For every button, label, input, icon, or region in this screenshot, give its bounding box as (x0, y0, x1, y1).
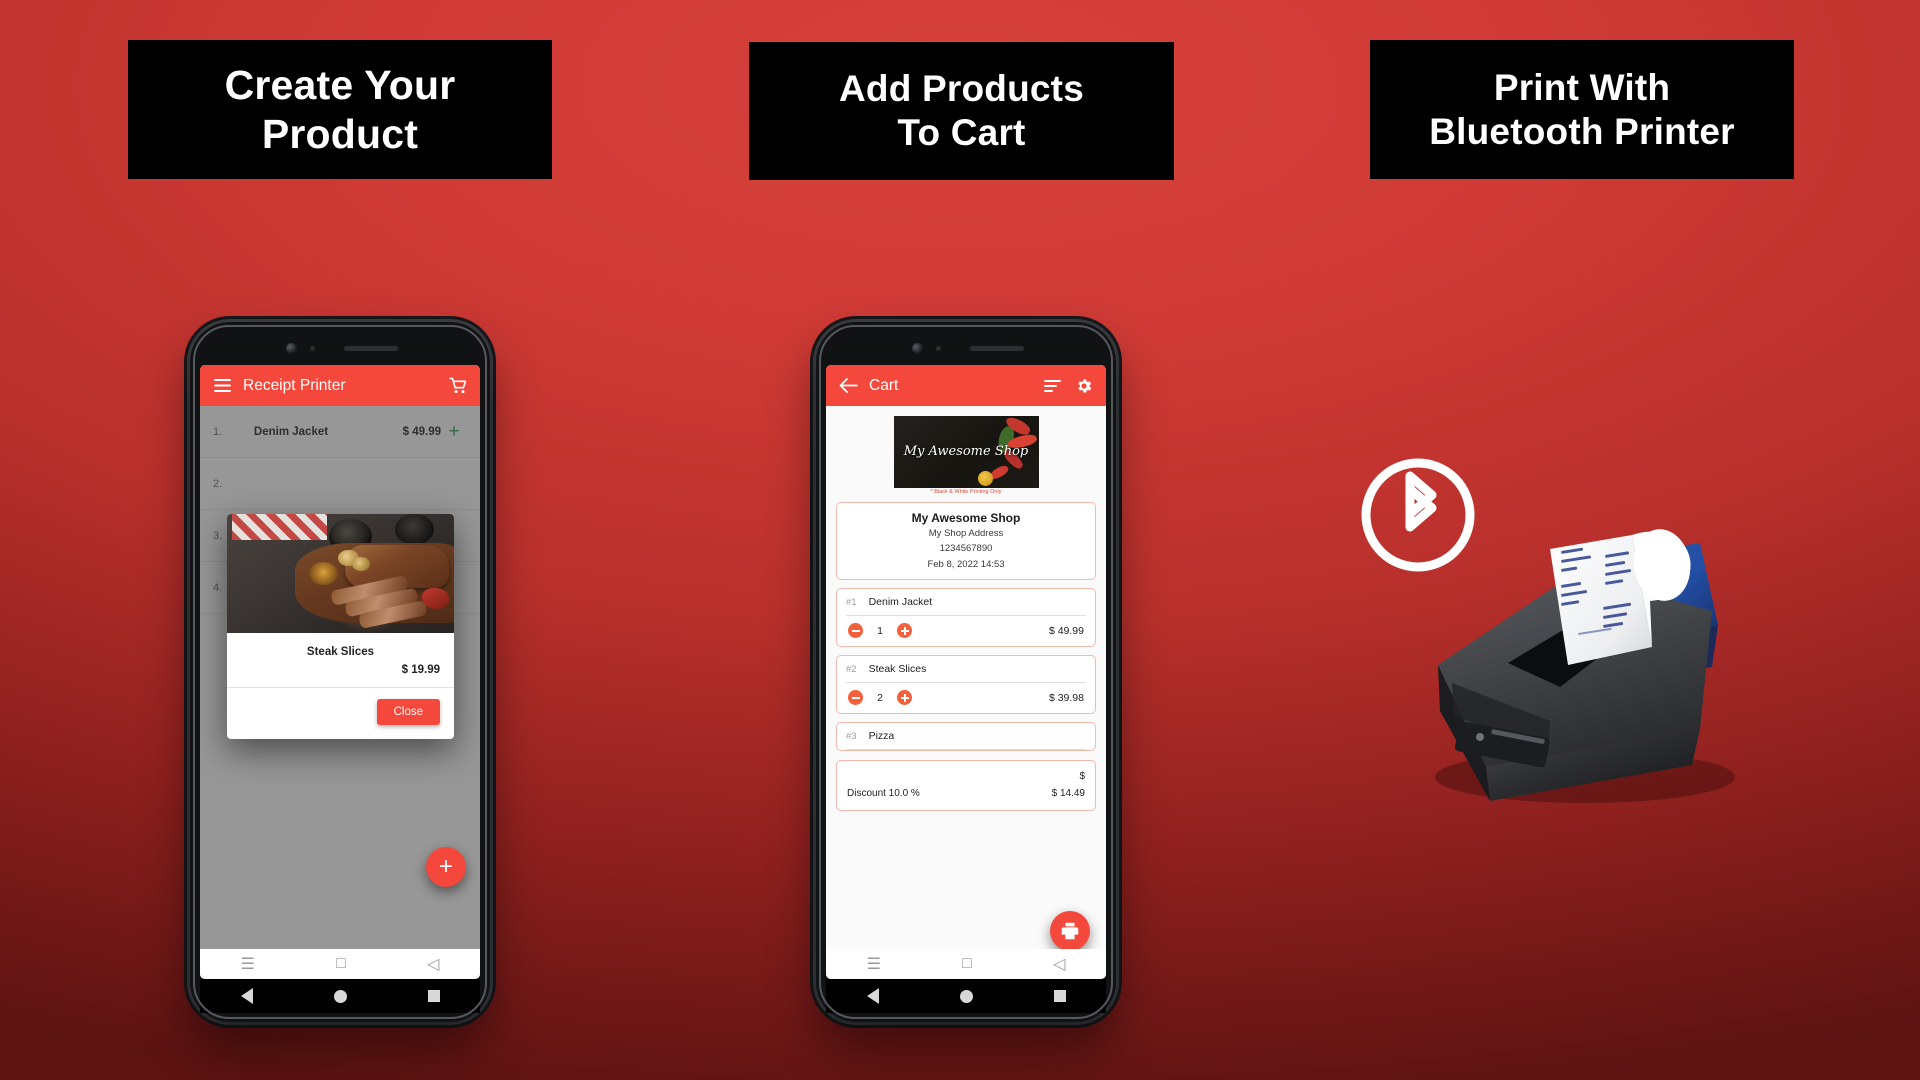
product-detail-dialog: Steak Slices $ 19.99 Close (227, 514, 454, 739)
discount-label: Discount 10.0 % (847, 788, 920, 800)
add-product-fab[interactable]: + (426, 847, 466, 887)
cart-item-index: #2 (846, 663, 857, 675)
phone2-app-navbar: ☰ □ ◁ (826, 949, 1106, 979)
banner-line-2: Bluetooth Printer (1429, 110, 1735, 152)
total-value: $ (1079, 771, 1085, 783)
phone1-appbar-title: Receipt Printer (243, 376, 346, 394)
banner-line-2: To Cart (897, 112, 1026, 153)
shop-info-card: My Awesome Shop My Shop Address 12345678… (836, 502, 1096, 581)
system-recents-icon[interactable] (1053, 990, 1066, 1002)
discount-value: $ 14.49 (1051, 788, 1085, 800)
system-home-icon[interactable] (333, 989, 347, 1003)
triangle-back-icon[interactable]: ◁ (1053, 954, 1065, 974)
plus-icon[interactable] (897, 623, 912, 639)
square-icon[interactable]: □ (336, 955, 346, 973)
close-button[interactable]: Close (376, 699, 440, 725)
menu-icon[interactable]: ☰ (867, 954, 881, 974)
plus-icon[interactable] (897, 690, 912, 706)
cart-appbar: Cart (826, 365, 1106, 406)
menu-icon[interactable]: ☰ (241, 954, 255, 974)
cart-item-index: #1 (846, 596, 857, 608)
steak-slices-photo (227, 514, 454, 633)
shop-name: My Awesome Shop (911, 511, 1021, 525)
sensor-icon (310, 345, 315, 351)
phone-mockup-product-list: Receipt Printer 1. Denim Jacket $ 49.99 … (190, 322, 490, 1022)
front-camera-icon (912, 342, 923, 354)
shop-banner-line-2: Shop (994, 443, 1029, 459)
shop-address: My Shop Address (928, 528, 1004, 539)
cart-content: My Awesome Shop * Black & White Printing… (826, 406, 1106, 949)
print-fab[interactable] (1050, 911, 1090, 949)
earpiece-speaker (344, 345, 398, 351)
gear-icon[interactable] (1073, 375, 1095, 397)
cart-item-qty[interactable]: 1 (863, 625, 897, 637)
bluetooth-thermal-printer-photo (1400, 515, 1760, 815)
minus-icon[interactable] (848, 623, 863, 639)
cart-item-price: $ 39.98 (1048, 691, 1084, 704)
triangle-back-icon[interactable]: ◁ (427, 954, 439, 974)
banner-line-1: Add Products (839, 68, 1084, 110)
cart-item-name: Steak Slices (868, 663, 927, 676)
banner-line-2: Product (261, 110, 419, 157)
cart-item-name: Denim Jacket (868, 596, 933, 609)
cart-item-controls: 1 $ 49.99 (846, 616, 1086, 646)
banner-add-to-cart: Add Products To Cart (749, 42, 1174, 180)
shop-datetime: Feb 8, 2022 14:53 (927, 558, 1005, 570)
dialog-actions: Close (227, 688, 454, 739)
cart-item-name: Pizza (868, 730, 895, 743)
arrow-back-icon[interactable] (837, 375, 859, 397)
cart-item-header: #1 Denim Jacket (846, 596, 1086, 617)
minus-icon[interactable] (848, 690, 863, 706)
system-recents-icon[interactable] (427, 990, 440, 1002)
banner-create-product: Create Your Product (128, 40, 552, 179)
earpiece-speaker (970, 345, 1024, 351)
dialog-product-name: Steak Slices (306, 646, 375, 658)
sensor-icon (936, 345, 941, 351)
system-home-icon[interactable] (959, 989, 973, 1003)
banner-line-1: Print With (1493, 66, 1671, 108)
discount-row: Discount 10.0 % $ 14.49 (847, 785, 1085, 802)
front-camera-icon (286, 342, 297, 354)
phone1-screen: Receipt Printer 1. Denim Jacket $ 49.99 … (200, 365, 480, 979)
cart-item-price: $ 49.99 (1048, 624, 1084, 637)
banner-line-1: Create Your (224, 62, 456, 109)
cart-item-header: #3 Pizza (846, 730, 1086, 751)
cart-item-controls: 2 $ 39.98 (846, 683, 1086, 713)
hamburger-menu-icon[interactable] (211, 375, 233, 397)
cart-item: #1 Denim Jacket 1 $ 49.99 (836, 588, 1096, 648)
shop-phone: 1234567890 (939, 543, 993, 555)
cart-item-index: #3 (846, 730, 857, 742)
phone-notch-area (826, 331, 1106, 365)
phone-notch-area (200, 331, 480, 365)
phone1-appbar: Receipt Printer (200, 365, 480, 406)
phone2-system-navbar (826, 979, 1106, 1013)
printing-note: * Black & White Printing Only (930, 489, 1002, 495)
list-lines-icon[interactable] (1041, 375, 1063, 397)
phone1-system-navbar (200, 979, 480, 1013)
system-back-icon[interactable] (240, 988, 253, 1004)
banner-bluetooth-print: Print With Bluetooth Printer (1370, 40, 1794, 179)
cart-item-qty[interactable]: 2 (863, 692, 897, 704)
phone2-screen: Cart My Awesome Shop * Black & White Pri… (826, 365, 1106, 979)
square-icon[interactable]: □ (962, 955, 972, 973)
shopping-cart-icon[interactable] (447, 375, 469, 397)
phone-mockup-cart: Cart My Awesome Shop * Black & White Pri… (816, 322, 1116, 1022)
system-back-icon[interactable] (866, 988, 879, 1004)
total-row: $ (847, 768, 1085, 785)
cart-appbar-title: Cart (869, 376, 899, 394)
cart-item: #2 Steak Slices 2 $ 39.98 (836, 655, 1096, 715)
dialog-product-price: $ 19.99 (227, 658, 454, 688)
cart-item-header: #2 Steak Slices (846, 663, 1086, 684)
phone1-content: 1. Denim Jacket $ 49.99 + 2. 3. (200, 406, 480, 949)
shop-logo-banner: My Awesome Shop (893, 416, 1039, 488)
cart-item: #3 Pizza (836, 722, 1096, 752)
cart-totals: $ Discount 10.0 % $ 14.49 (836, 760, 1096, 812)
phone1-app-navbar: ☰ □ ◁ (200, 949, 480, 979)
shop-banner-line-1: My Awesome (903, 443, 991, 459)
